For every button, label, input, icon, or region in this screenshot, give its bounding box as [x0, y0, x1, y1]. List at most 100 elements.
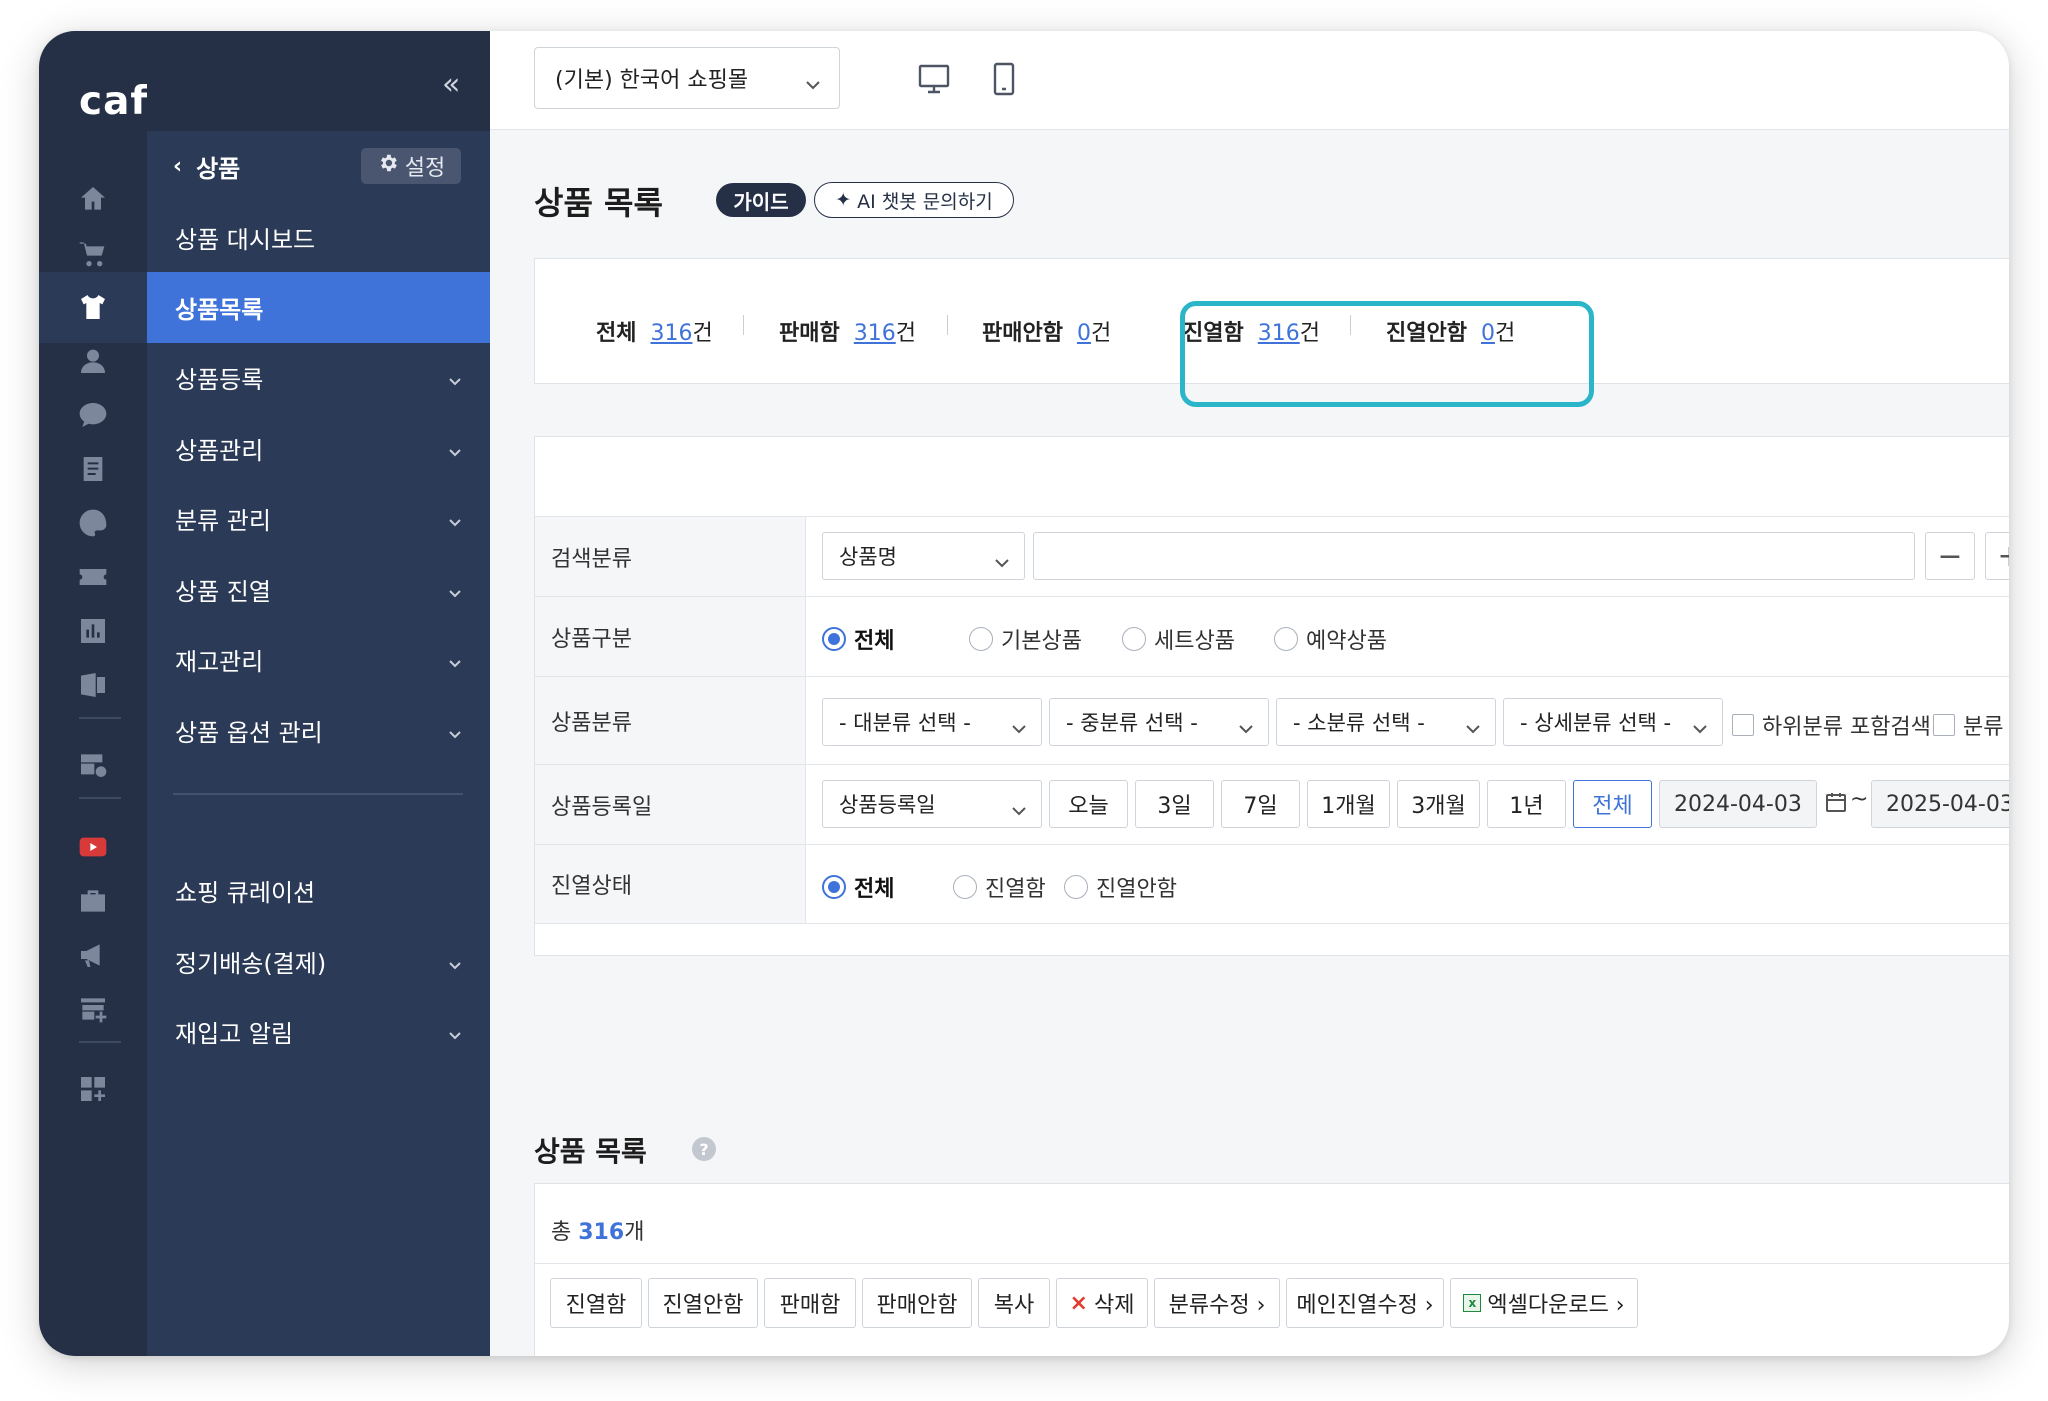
summary-not-selling[interactable]: 판매안함 0건 — [982, 315, 1111, 347]
sidebar-item-product-options[interactable]: 상품 옵션 관리 — [147, 695, 490, 766]
period-3months-button[interactable]: 3개월 — [1397, 780, 1480, 828]
guide-button[interactable]: 가이드 — [716, 183, 806, 217]
chat-icon[interactable] — [67, 389, 119, 441]
period-7days-button[interactable]: 7일 — [1221, 780, 1300, 828]
user-icon[interactable] — [67, 335, 119, 387]
mobile-icon[interactable] — [984, 59, 1024, 99]
category-detail-select[interactable]: - 상세분류 선택 - — [1503, 698, 1723, 746]
summary-unit: 건 — [692, 321, 713, 346]
type-radio-all[interactable]: 전체 — [822, 623, 894, 655]
period-all-button[interactable]: 전체 — [1573, 780, 1652, 828]
chevron-down-icon — [448, 437, 462, 457]
summary-separator — [743, 315, 744, 335]
chevron-down-icon — [1011, 798, 1027, 822]
collapse-sidebar-button[interactable]: « — [442, 67, 460, 102]
icon-rail: cafe24 — [39, 31, 231, 1356]
summary-count[interactable]: 316 — [854, 321, 896, 346]
register-date-row: 상품등록일 상품등록일 오늘 3일 7일 1개월 3개월 1년 전체 2024-… — [535, 764, 2009, 844]
menu-header — [147, 31, 490, 131]
briefcase-icon[interactable] — [67, 875, 119, 927]
remove-condition-button[interactable]: − — [1925, 532, 1975, 580]
menu-back-label: 상품 — [196, 155, 241, 183]
action-hide-button[interactable]: 진열안함 — [648, 1278, 758, 1328]
sidebar-item-restock-alert[interactable]: 재입고 알림 — [147, 996, 490, 1067]
calendar-icon[interactable] — [1824, 790, 1848, 818]
start-date-input[interactable]: 2024-04-03 — [1659, 780, 1817, 828]
radio-dot — [1064, 875, 1088, 899]
action-sell-button[interactable]: 판매함 — [764, 1278, 856, 1328]
sidebar-item-category-manage[interactable]: 분류 관리 — [147, 483, 490, 554]
sidebar-item-product-register[interactable]: 상품등록 — [147, 342, 490, 413]
radio-dot — [822, 875, 846, 899]
summary-label: 판매함 — [779, 321, 840, 346]
include-subcategory-checkbox[interactable]: 하위분류 포함검색 — [1732, 709, 1931, 741]
ai-chatbot-button[interactable]: ✦ AI 챗봇 문의하기 — [814, 182, 1014, 218]
board-icon[interactable] — [67, 443, 119, 495]
summary-count[interactable]: 316 — [650, 321, 692, 346]
sidebar-item-product-manage[interactable]: 상품관리 — [147, 413, 490, 484]
sidebar-item-product-list[interactable]: 상품목록 — [147, 272, 490, 343]
sidebar-item-subscription[interactable]: 정기배송(결제) — [147, 926, 490, 997]
display-radio-all[interactable]: 전체 — [822, 871, 894, 903]
sidebar-item-inventory[interactable]: 재고관리 — [147, 624, 490, 695]
type-radio-basic[interactable]: 기본상품 — [969, 623, 1082, 655]
display-radio-displayed[interactable]: 진열함 — [953, 871, 1046, 903]
action-stop-sell-button[interactable]: 판매안함 — [862, 1278, 972, 1328]
checkbox-label: 하위분류 포함검색 — [1762, 715, 1931, 740]
menu-settings-button[interactable]: 설정 — [361, 148, 461, 184]
action-display-button[interactable]: 진열함 — [550, 1278, 642, 1328]
category-medium-select[interactable]: - 중분류 선택 - — [1049, 698, 1269, 746]
store-add-icon[interactable] — [67, 983, 119, 1035]
shirt-icon[interactable] — [67, 281, 119, 333]
summary-selling[interactable]: 판매함 316건 — [779, 315, 916, 347]
menu-back-button[interactable]: ‹ 상품 — [173, 149, 240, 184]
product-list-panel: 총 316개 진열함 진열안함 판매함 판매안함 복사 × 삭제 분류수정 › … — [534, 1183, 2009, 1356]
period-1year-button[interactable]: 1년 — [1487, 780, 1566, 828]
megaphone-icon[interactable] — [67, 929, 119, 981]
action-excel-download-button[interactable]: x 엑셀다운로드 › — [1450, 1278, 1638, 1328]
end-date-input[interactable]: 2025-04-03 — [1871, 780, 2009, 828]
period-1month-button[interactable]: 1개월 — [1307, 780, 1390, 828]
type-radio-reserve[interactable]: 예약상품 — [1274, 623, 1387, 655]
type-radio-set[interactable]: 세트상품 — [1122, 623, 1235, 655]
period-3days-button[interactable]: 3일 — [1135, 780, 1214, 828]
sidebar-item-product-display[interactable]: 상품 진열 — [147, 554, 490, 625]
desktop-icon[interactable] — [914, 59, 954, 99]
summary-all[interactable]: 전체 316건 — [596, 315, 713, 347]
settings-label: 설정 — [404, 156, 446, 181]
summary-label: 전체 — [596, 321, 637, 346]
shop-settings-icon[interactable] — [67, 739, 119, 791]
home-icon[interactable] — [67, 173, 119, 225]
help-icon[interactable]: ? — [692, 1137, 716, 1161]
sidebar-item-shopping-curation[interactable]: 쇼핑 큐레이션 — [147, 855, 490, 926]
sidebar-item-label: 상품관리 — [175, 437, 264, 465]
action-delete-button[interactable]: × 삭제 — [1056, 1278, 1148, 1328]
action-copy-button[interactable]: 복사 — [978, 1278, 1050, 1328]
radio-dot — [953, 875, 977, 899]
display-radio-not-displayed[interactable]: 진열안함 — [1064, 871, 1177, 903]
radio-dot — [969, 627, 993, 651]
stats-icon[interactable] — [67, 605, 119, 657]
search-field-select[interactable]: 상품명 — [822, 532, 1025, 580]
category-large-select[interactable]: - 대분류 선택 - — [822, 698, 1042, 746]
apps-add-icon[interactable] — [67, 1063, 119, 1115]
excel-icon[interactable] — [67, 659, 119, 711]
sidebar-item-product-dashboard[interactable]: 상품 대시보드 — [147, 202, 490, 273]
coupon-icon[interactable] — [67, 551, 119, 603]
rail-divider — [79, 1041, 121, 1043]
add-condition-button[interactable]: + — [1985, 532, 2009, 580]
category-small-select[interactable]: - 소분류 선택 - — [1276, 698, 1496, 746]
page-title: 상품 목록 — [534, 184, 663, 222]
search-keyword-input[interactable] — [1033, 532, 1915, 580]
youtube-icon[interactable] — [67, 821, 119, 873]
action-edit-main-display-button[interactable]: 메인진열수정 › — [1286, 1278, 1444, 1328]
category-checkbox[interactable]: 분류 — [1933, 709, 2003, 741]
palette-icon[interactable] — [67, 497, 119, 549]
period-today-button[interactable]: 오늘 — [1049, 780, 1128, 828]
date-type-select[interactable]: 상품등록일 — [822, 780, 1042, 828]
summary-count[interactable]: 0 — [1077, 321, 1091, 346]
cart-icon[interactable] — [67, 227, 119, 279]
total-count: 총 316개 — [551, 1214, 644, 1246]
shop-language-select[interactable]: (기본) 한국어 쇼핑몰 — [534, 47, 840, 109]
action-edit-category-button[interactable]: 분류수정 › — [1154, 1278, 1280, 1328]
